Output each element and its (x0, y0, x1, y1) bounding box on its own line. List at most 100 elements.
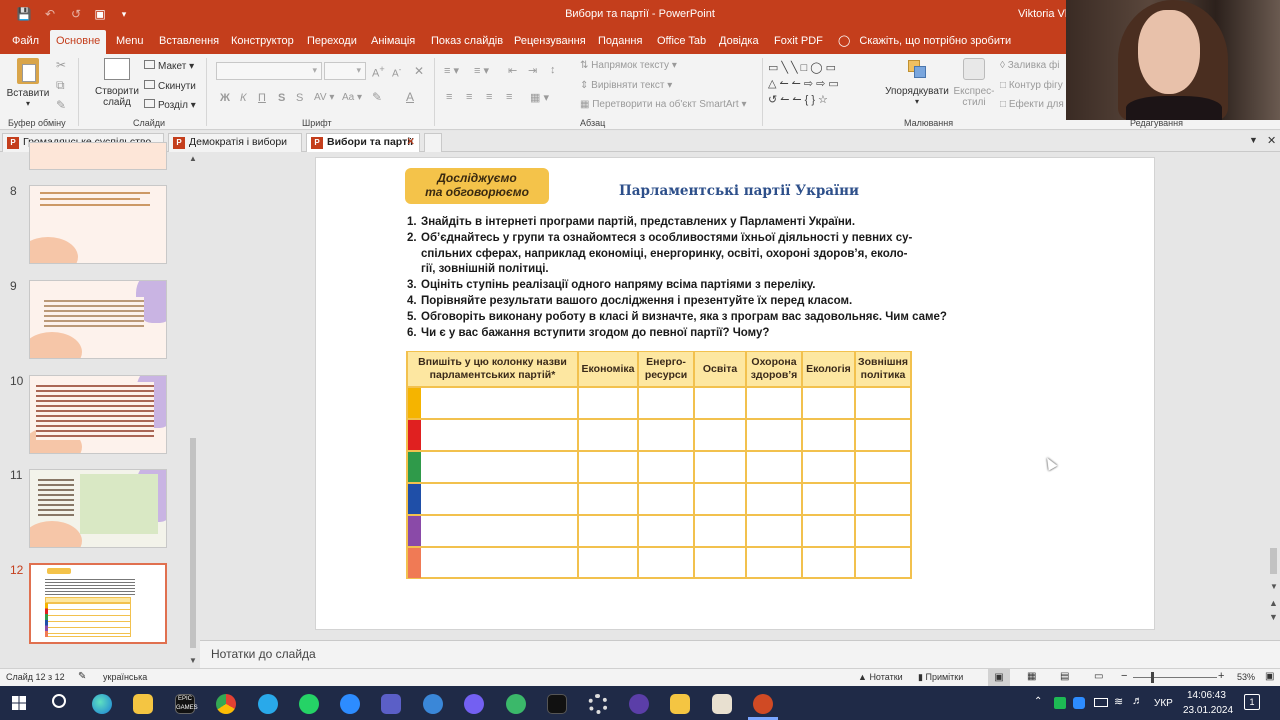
smartart-button[interactable]: ▦ Перетворити на об'єкт SmartArt ▾ (580, 99, 746, 110)
tab-menu[interactable]: Menu (110, 30, 150, 54)
table-cell[interactable] (803, 388, 856, 418)
slide-thumbnail-8[interactable] (29, 185, 167, 264)
table-cell[interactable] (421, 516, 579, 546)
qbittorrent-icon[interactable] (423, 694, 443, 714)
comments-button[interactable]: ▮ Примітки (918, 672, 963, 683)
table-cell[interactable] (579, 548, 639, 578)
new-slide-button[interactable]: Створити слайд (92, 58, 142, 108)
tab-animations[interactable]: Анімація (365, 30, 421, 54)
table-cell[interactable] (695, 548, 747, 578)
format-painter-icon[interactable]: ✎ (56, 98, 66, 112)
table-cell[interactable] (639, 516, 695, 546)
underline-button[interactable]: П (258, 92, 266, 104)
cut-icon[interactable]: ✂ (56, 58, 66, 72)
table-cell[interactable] (803, 420, 856, 450)
task-item[interactable]: 6. Чи є у вас бажання вступити згодом до … (407, 327, 769, 339)
table-cell[interactable] (639, 484, 695, 514)
table-cell[interactable] (747, 484, 803, 514)
close-tab-icon[interactable]: ✕ (406, 134, 415, 151)
tab-transitions[interactable]: Переходи (301, 30, 363, 54)
table-cell[interactable] (747, 516, 803, 546)
copy-icon[interactable]: ⧉ (56, 78, 65, 93)
tab-help[interactable]: Довідка (713, 30, 765, 54)
language-indicator[interactable]: українська (103, 672, 147, 682)
table-cell[interactable] (695, 420, 747, 450)
decrease-indent-icon[interactable]: ⇤ (508, 64, 517, 77)
shape-fill-button[interactable]: ◊ Заливка фі (1000, 60, 1059, 71)
table-cell[interactable] (579, 516, 639, 546)
tab-slideshow[interactable]: Показ слайдів (425, 30, 509, 54)
doc-tab-elections[interactable]: P Вибори та партії ✕ (306, 133, 420, 152)
new-tab-button[interactable] (424, 133, 442, 152)
file-explorer-icon[interactable] (133, 694, 153, 714)
table-cell[interactable] (695, 388, 747, 418)
table-cell[interactable] (856, 548, 910, 578)
windows-start-icon[interactable] (12, 696, 26, 710)
clear-format-icon[interactable]: ✕ (414, 64, 424, 78)
teams-icon[interactable] (381, 694, 401, 714)
reset-button[interactable]: Скинути (144, 80, 196, 92)
zoom-level[interactable]: 53% (1237, 672, 1255, 682)
increase-font-icon[interactable]: A+ (372, 64, 385, 80)
table-cell[interactable] (579, 420, 639, 450)
table-cell[interactable] (421, 420, 579, 450)
task-item[interactable]: 5. Обговоріть виконану роботу в класі й в… (407, 311, 947, 323)
slide-thumbnail-12[interactable] (29, 563, 167, 644)
table-cell[interactable] (639, 388, 695, 418)
table-cell[interactable] (856, 388, 910, 418)
font-color-a-icon[interactable]: A (406, 90, 414, 104)
font-size-select[interactable]: ▾ (324, 62, 366, 80)
tab-home[interactable]: Основне (50, 30, 107, 54)
wifi-icon[interactable]: ≋ (1114, 695, 1123, 708)
align-text-button[interactable]: ⇕ Вирівняти текст ▾ (580, 80, 672, 91)
align-left-icon[interactable]: ≡ (446, 91, 452, 103)
table-cell[interactable] (856, 420, 910, 450)
task-item-continued[interactable]: гії, зовнішній політиці. (407, 263, 549, 275)
reading-view-icon[interactable]: ▤ (1060, 671, 1069, 682)
tab-foxit-pdf[interactable]: Foxit PDF (768, 30, 829, 54)
table-cell[interactable] (695, 516, 747, 546)
table-cell[interactable] (803, 548, 856, 578)
tray-app-icon[interactable] (1054, 697, 1066, 709)
input-language[interactable]: УКР (1154, 698, 1173, 709)
search-icon[interactable] (52, 694, 66, 708)
powerpoint-taskbar-icon[interactable] (753, 694, 773, 714)
strikethrough-button[interactable]: S (278, 92, 285, 104)
text-direction-button[interactable]: ⇅ Напрямок тексту ▾ (580, 60, 677, 71)
scroll-up-icon[interactable]: ▲ (189, 154, 197, 163)
line-spacing-icon[interactable]: ↕ (550, 64, 556, 76)
table-cell[interactable] (747, 452, 803, 482)
justify-icon[interactable]: ≡ (506, 91, 512, 103)
zoom-out-icon[interactable]: − (1121, 670, 1127, 682)
table-cell[interactable] (803, 484, 856, 514)
bold-button[interactable]: Ж (220, 92, 230, 104)
notes-toggle-button[interactable]: ▲ Нотатки (858, 672, 903, 682)
font-family-select[interactable]: ▾ (216, 62, 322, 80)
section-button[interactable]: Розділ ▾ (144, 99, 196, 111)
epic-games-icon[interactable]: EPIC GAMES (175, 694, 198, 714)
table-cell[interactable] (747, 388, 803, 418)
tab-insert[interactable]: Вставлення (153, 30, 225, 54)
terminal-icon[interactable] (547, 694, 567, 714)
notes-pane[interactable]: Нотатки до слайда (200, 640, 1280, 668)
zoom-slider-thumb[interactable] (1151, 672, 1154, 683)
tab-file[interactable]: Файл (6, 30, 45, 54)
shape-outline-button[interactable]: □ Контур фігу (1000, 80, 1063, 91)
table-cell[interactable] (421, 484, 579, 514)
tell-me-search[interactable]: ◯ Скажіть, що потрібно зробити (832, 30, 1017, 54)
store-icon[interactable] (670, 694, 690, 714)
editor-scrollbar[interactable]: ▼ (1267, 152, 1280, 598)
slide-thumbnail-10[interactable] (29, 375, 167, 454)
table-cell[interactable] (421, 548, 579, 578)
tab-list-dropdown-icon[interactable]: ▼ (1249, 135, 1258, 145)
table-cell[interactable] (747, 420, 803, 450)
align-center-icon[interactable]: ≡ (466, 91, 472, 103)
quick-styles-button[interactable]: Експрес- стилі (952, 58, 996, 108)
normal-view-icon[interactable]: ▣ (988, 669, 1010, 686)
battery-icon[interactable] (1094, 698, 1108, 707)
table-cell[interactable] (579, 484, 639, 514)
fit-slide-icon[interactable]: ▣ (1265, 671, 1274, 682)
reader-icon[interactable] (712, 694, 732, 714)
slideshow-view-icon[interactable]: ▭ (1094, 671, 1103, 682)
numbering-icon[interactable]: ≡ ▾ (474, 64, 489, 77)
